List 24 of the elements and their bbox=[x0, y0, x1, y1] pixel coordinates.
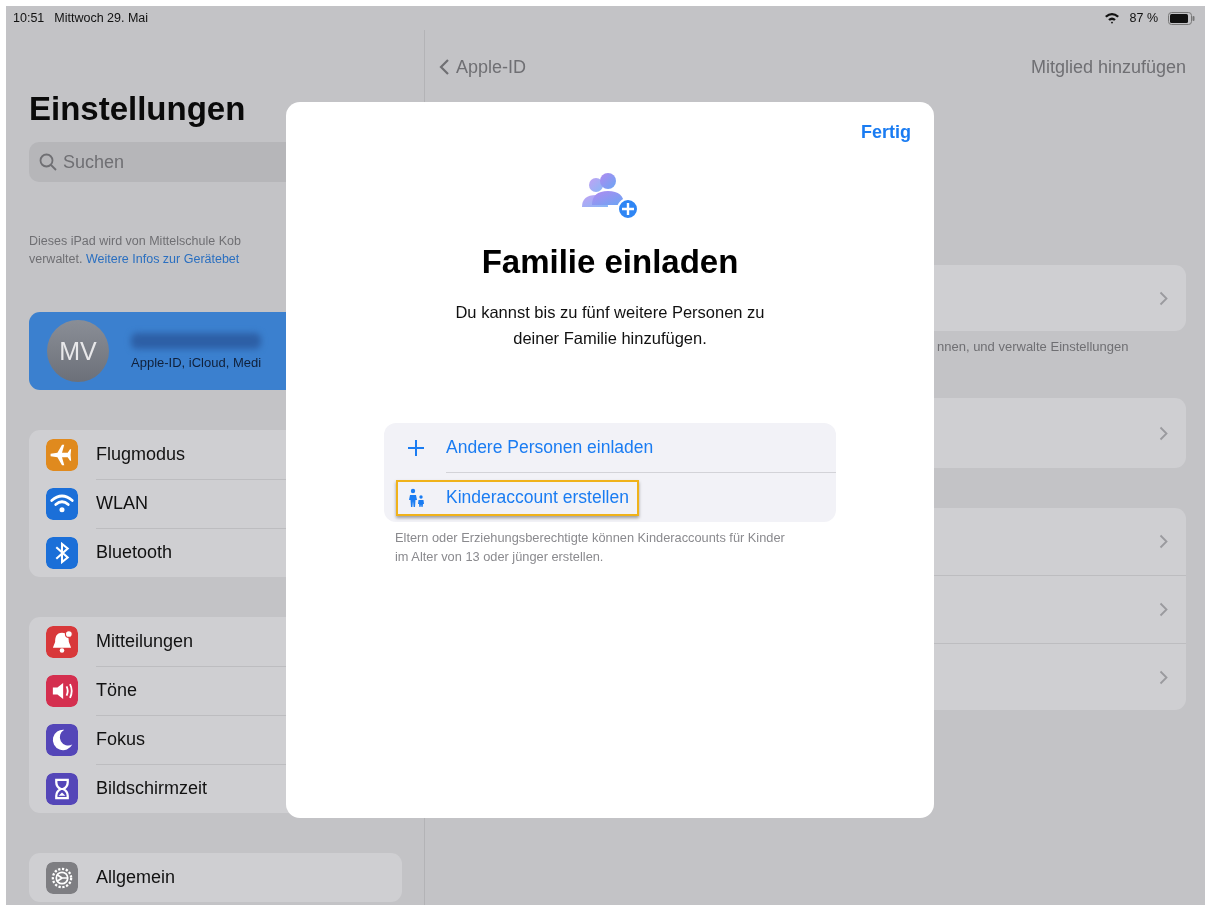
section-footer: nnen, und verwalte Einstellungen bbox=[937, 339, 1129, 354]
adult-child-icon bbox=[406, 487, 426, 508]
search-icon bbox=[39, 153, 57, 171]
avatar: MV bbox=[47, 320, 109, 382]
settings-title: Einstellungen bbox=[29, 90, 247, 128]
options-footnote: Eltern oder Erziehungsberechtigte können Kinderaccounts für Kinder im Alter von 13 oder jünger erstellen. bbox=[395, 529, 786, 566]
apple-id-subtitle: Apple-ID, iCloud, Medi bbox=[131, 354, 262, 370]
chevron-icon bbox=[1159, 602, 1168, 617]
chevron-icon bbox=[1159, 669, 1168, 685]
status-date: Mittwoch 29. Mai bbox=[54, 11, 149, 25]
chevron-icon bbox=[1159, 425, 1168, 441]
chevron-icon bbox=[1159, 534, 1168, 549]
done-button[interactable]: Fertig bbox=[861, 122, 911, 143]
battery-icon bbox=[1168, 11, 1195, 25]
chevron-left-icon bbox=[439, 58, 450, 76]
settings-item[interactable]: Allgemein bbox=[96, 853, 402, 902]
wifi-icon bbox=[1103, 12, 1120, 24]
dialog-title: Familie einladen bbox=[481, 243, 739, 281]
chevron-icon bbox=[1159, 290, 1168, 306]
plus-icon bbox=[406, 437, 426, 458]
status-time: 10:51 bbox=[13, 11, 45, 25]
option-item[interactable]: Kinderaccount erstellen bbox=[396, 479, 639, 516]
dialog-description: Du kannst bis zu fünf weitere Personen zu deiner Familie hinzufügen. bbox=[454, 302, 766, 349]
battery-percent: 87 % bbox=[1129, 11, 1158, 25]
